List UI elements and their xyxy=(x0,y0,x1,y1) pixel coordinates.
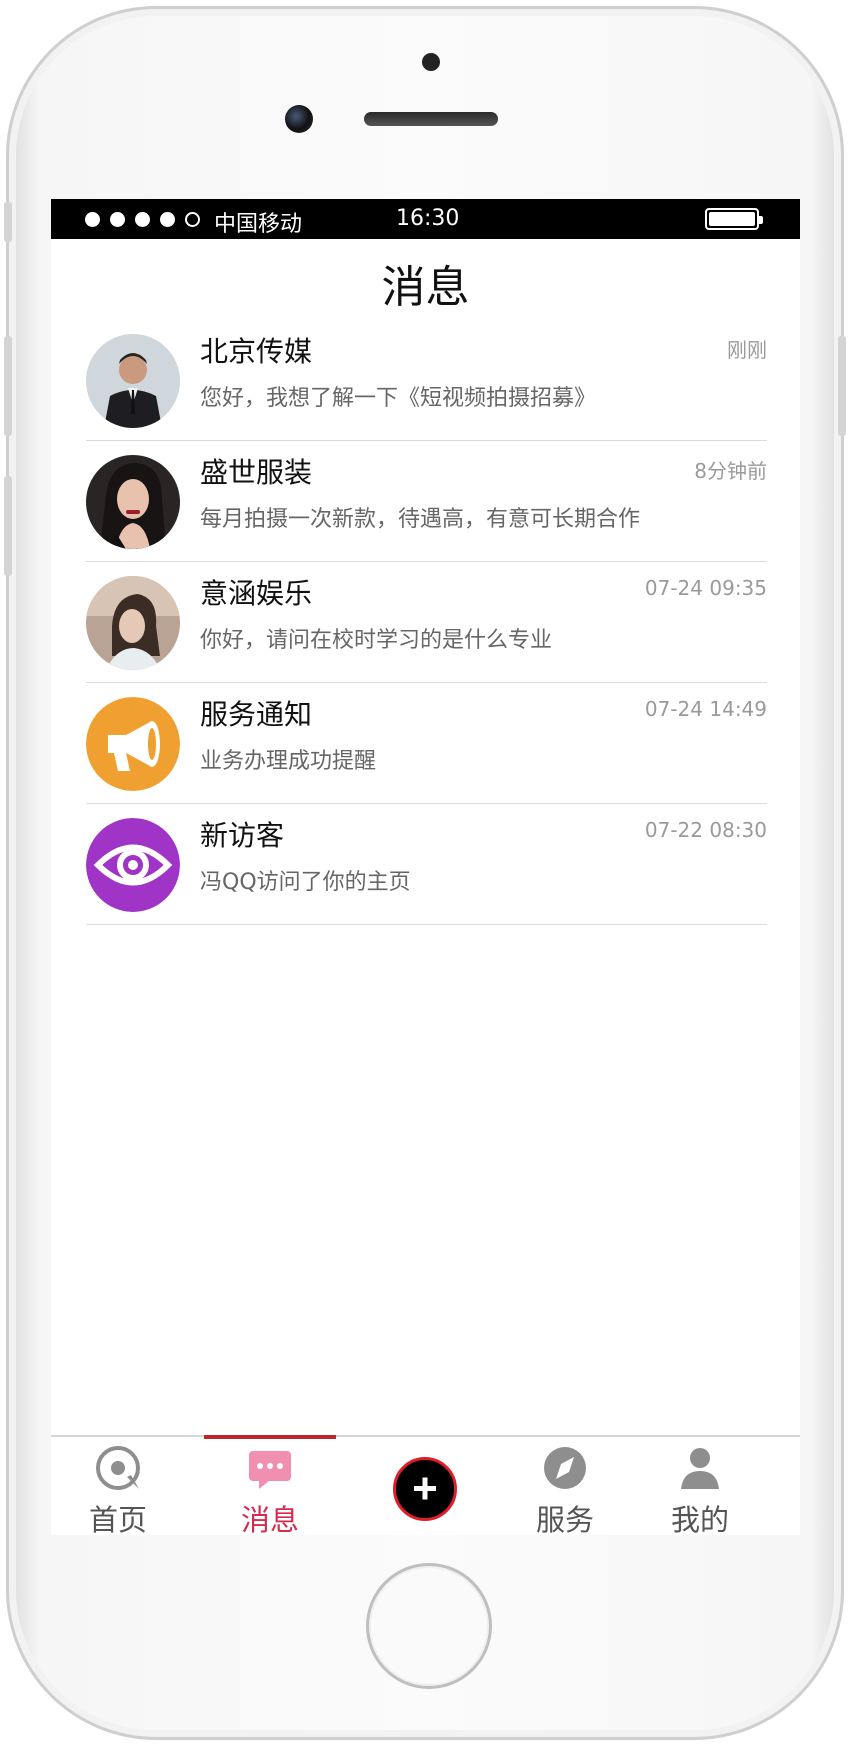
message-time: 8分钟前 xyxy=(694,459,767,483)
front-camera xyxy=(285,105,313,133)
battery-icon xyxy=(705,208,763,230)
message-preview: 每月拍摄一次新款，待遇高，有意可长期合作 xyxy=(200,507,641,532)
tab-label: 我的 xyxy=(670,1503,729,1535)
volume-up-button xyxy=(4,336,12,436)
message-preview: 业务办理成功提醒 xyxy=(200,749,377,774)
message-preview: 您好，我想了解一下《短视频拍摄招募》 xyxy=(200,386,597,411)
tab-label: 消息 xyxy=(240,1503,299,1535)
tab-messages[interactable]: 消息 xyxy=(210,1437,330,1535)
contact-name: 北京传媒 xyxy=(200,335,313,368)
message-row[interactable]: 盛世服装 8分钟前 每月拍摄一次新款，待遇高，有意可长期合作 xyxy=(86,441,767,562)
home-icon xyxy=(96,1446,140,1490)
contact-name: 盛世服装 xyxy=(200,456,313,489)
contact-avatar xyxy=(86,334,180,428)
contact-name: 新访客 xyxy=(200,819,285,852)
message-row[interactable]: 服务通知 07-24 14:49 业务办理成功提醒 xyxy=(86,683,767,804)
plus-icon xyxy=(414,1477,436,1500)
signal-strength-icon xyxy=(85,212,200,227)
message-row[interactable]: 北京传媒 刚刚 您好，我想了解一下《短视频拍摄招募》 xyxy=(86,320,767,441)
message-list: 北京传媒 刚刚 您好，我想了解一下《短视频拍摄招募》 盛世服装 8分钟前 每月拍… xyxy=(86,320,767,925)
message-time: 07-24 09:35 xyxy=(644,576,767,600)
contact-name: 意涵娱乐 xyxy=(200,577,313,610)
tab-service[interactable]: 服务 xyxy=(505,1437,625,1535)
tab-label: 首页 xyxy=(88,1503,147,1535)
eye-icon xyxy=(86,818,180,912)
compass-icon xyxy=(544,1447,586,1489)
bottom-tab-bar: 首页 消息 服务 我的 xyxy=(51,1435,800,1535)
carrier-name: 中国移动 xyxy=(214,212,303,237)
contact-avatar xyxy=(86,455,180,549)
message-time: 07-22 08:30 xyxy=(644,818,767,842)
home-button[interactable] xyxy=(366,1563,492,1689)
earpiece-speaker xyxy=(364,112,498,126)
message-time: 07-24 14:49 xyxy=(644,697,767,721)
proximity-sensor xyxy=(422,53,440,71)
message-icon xyxy=(249,1451,291,1489)
megaphone-icon xyxy=(86,697,180,791)
power-button xyxy=(838,336,846,436)
mute-switch xyxy=(4,202,12,242)
contact-name: 服务通知 xyxy=(200,698,313,731)
tab-label: 服务 xyxy=(535,1503,594,1535)
message-row[interactable]: 意涵娱乐 07-24 09:35 你好，请问在校时学习的是什么专业 xyxy=(86,562,767,683)
user-icon xyxy=(681,1448,719,1489)
message-preview: 冯QQ访问了你的主页 xyxy=(200,870,411,895)
volume-down-button xyxy=(4,476,12,576)
status-bar: 中国移动 16:30 xyxy=(51,199,800,239)
contact-avatar xyxy=(86,576,180,670)
message-time: 刚刚 xyxy=(727,338,767,362)
page-title: 消息 xyxy=(381,262,470,313)
add-button[interactable] xyxy=(393,1457,457,1521)
message-preview: 你好，请问在校时学习的是什么专业 xyxy=(200,628,553,653)
message-row[interactable]: 新访客 07-22 08:30 冯QQ访问了你的主页 xyxy=(86,804,767,925)
status-time: 16:30 xyxy=(396,206,460,231)
tab-me[interactable]: 我的 xyxy=(640,1437,760,1535)
tab-home[interactable]: 首页 xyxy=(58,1437,178,1535)
app-screen: 中国移动 16:30 消息 北京传媒 刚刚 您好，我想了解一下《短视频拍摄招募》 xyxy=(51,199,800,1535)
